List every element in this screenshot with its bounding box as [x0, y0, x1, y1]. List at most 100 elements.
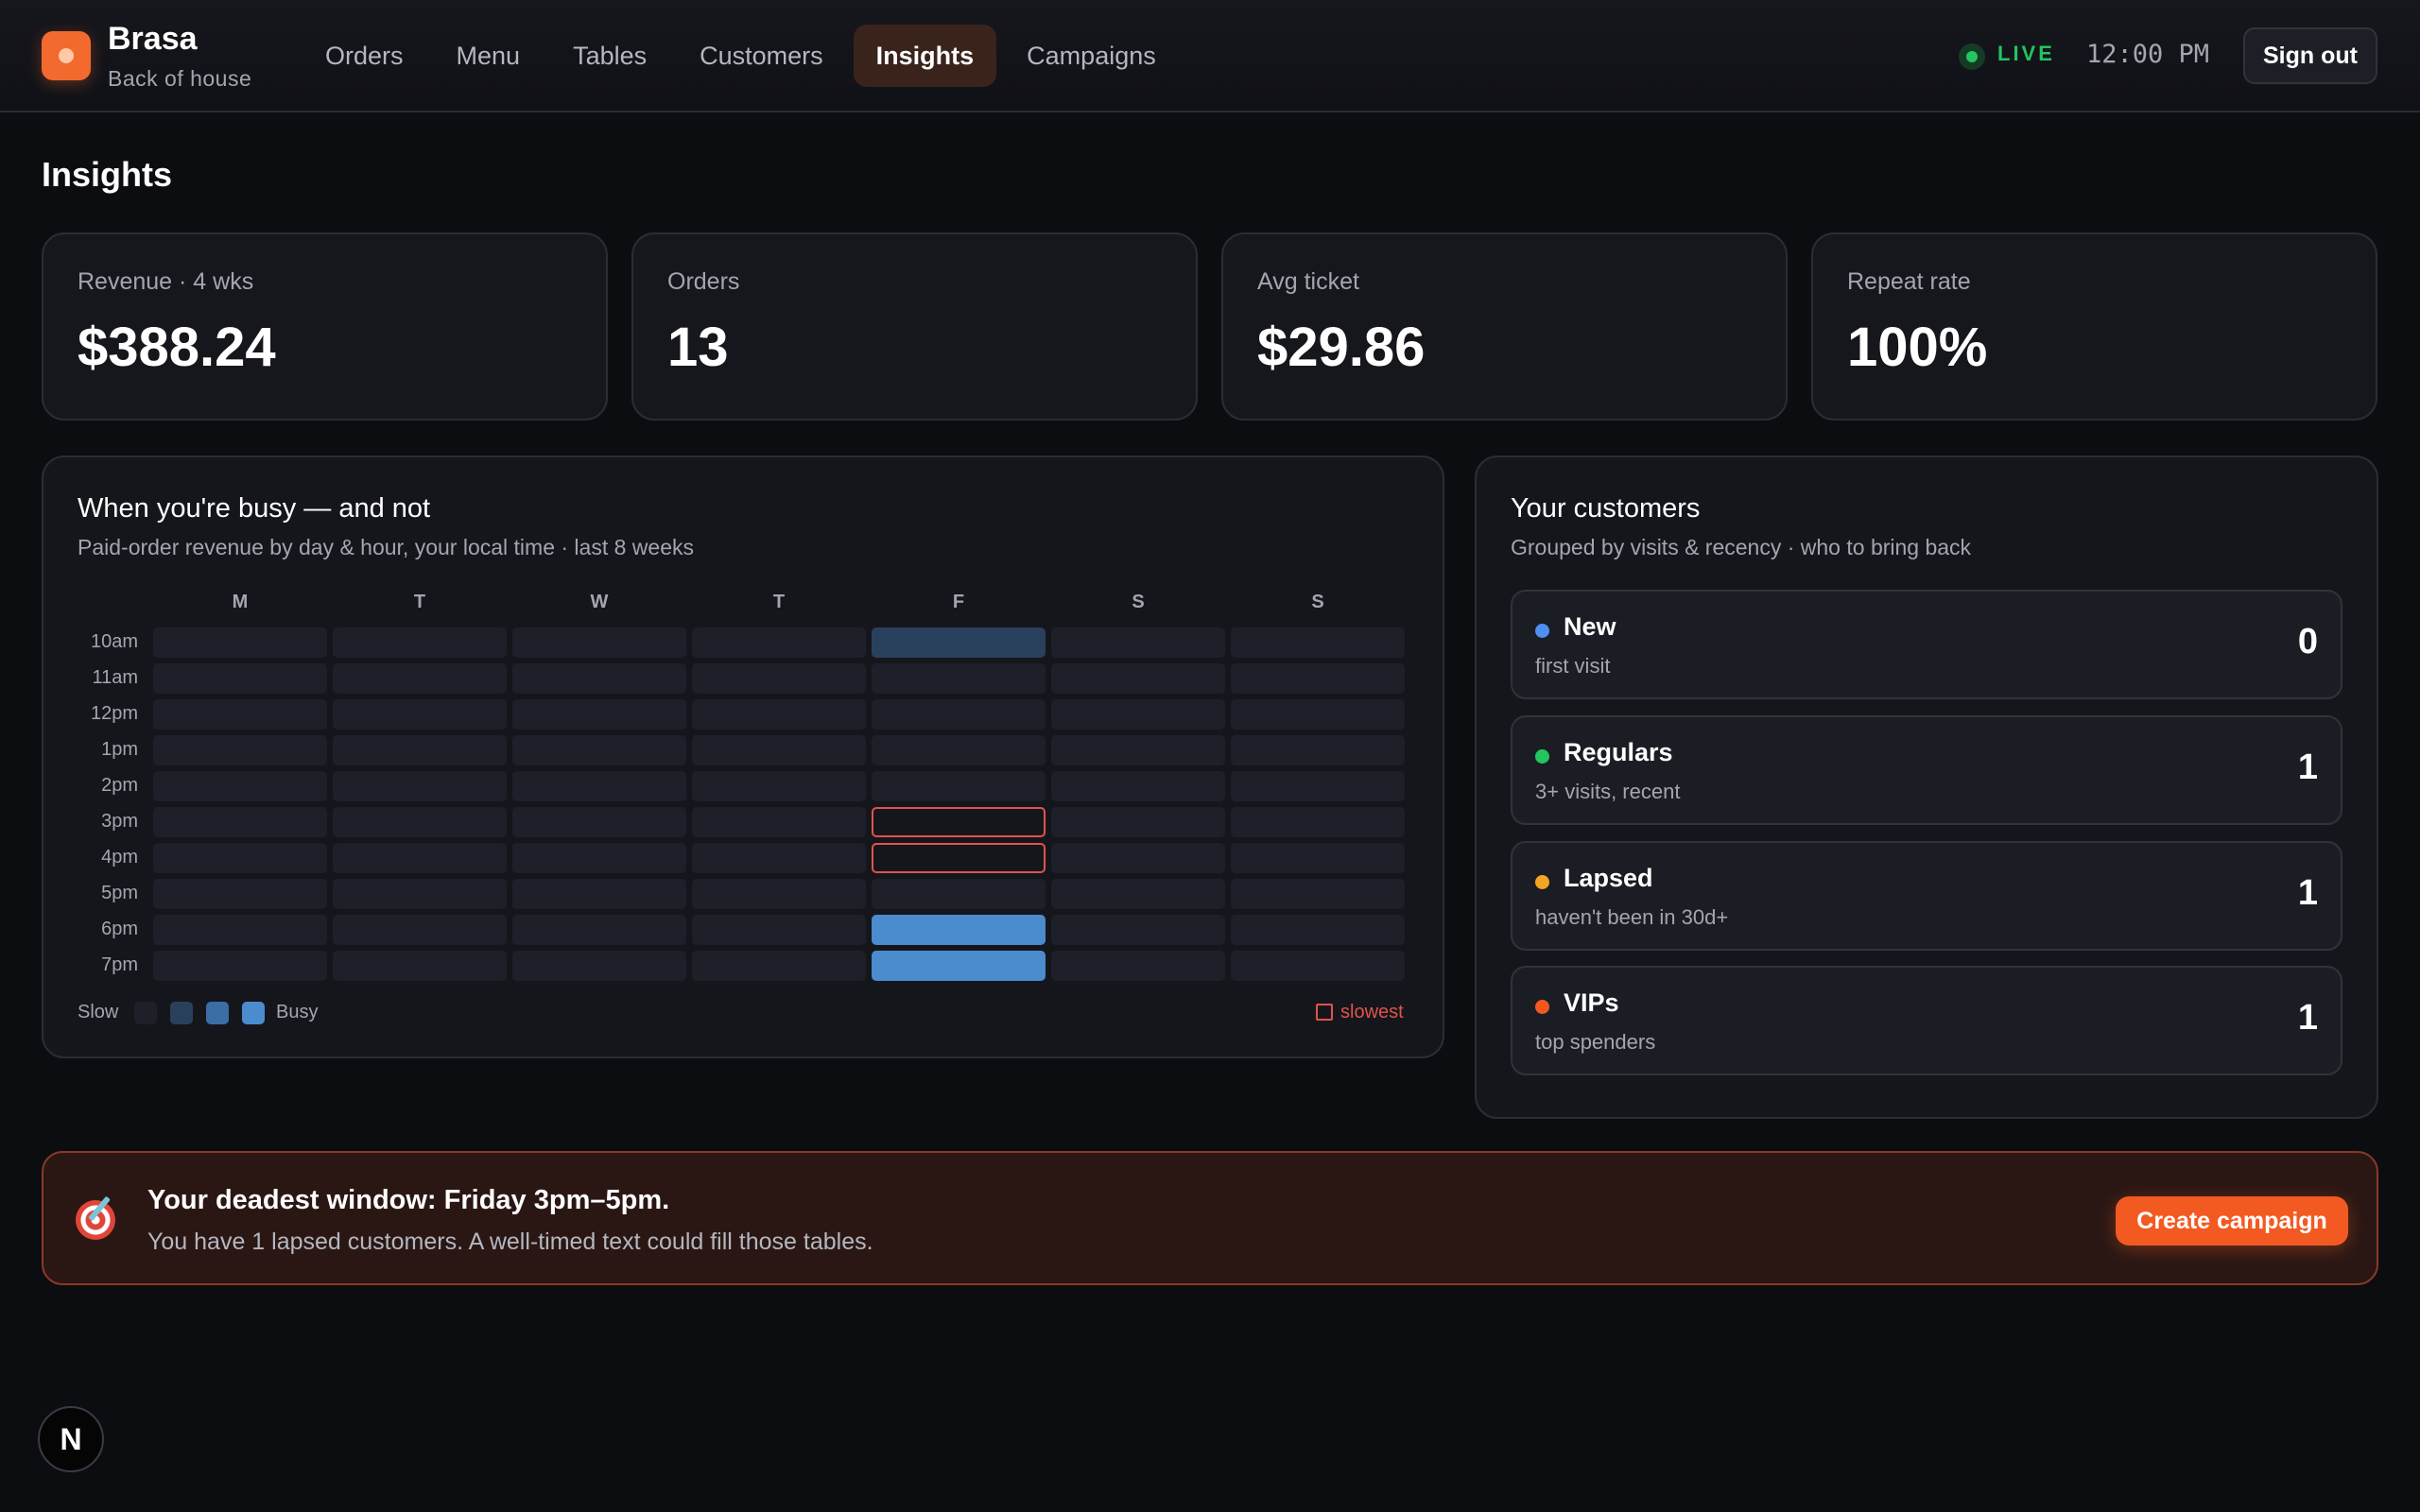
- segment-dot: [1535, 749, 1549, 764]
- heatmap-cell: [1231, 915, 1405, 945]
- segment-vips[interactable]: VIPs top spenders 1: [1511, 966, 2342, 1075]
- heatmap-cell: [333, 771, 507, 801]
- heatmap-cell: [1051, 879, 1225, 909]
- heatmap-cell: [333, 915, 507, 945]
- segment-name: Regulars: [1564, 738, 1673, 766]
- heatmap-hour-label: 5pm: [101, 883, 138, 903]
- segment-lapsed[interactable]: Lapsed haven't been in 30d+ 1: [1511, 841, 2342, 951]
- heatmap-cell: [1051, 627, 1225, 658]
- legend-swatch-high: [242, 1002, 265, 1024]
- segment-name: VIPs: [1564, 988, 1619, 1017]
- banner-subtitle: You have 1 lapsed customers. A well-time…: [147, 1228, 873, 1255]
- heatmap-hour-label: 6pm: [101, 919, 138, 939]
- heatmap-hour-label: 10am: [90, 631, 138, 652]
- heatmap-cell: [872, 663, 1046, 694]
- heatmap-cell: [692, 951, 866, 981]
- heatmap-hour-label: 7pm: [101, 954, 138, 975]
- legend-swatch-mid: [206, 1002, 229, 1024]
- heatmap-cell: [692, 807, 866, 837]
- heatmap-subtitle: Paid-order revenue by day & hour, your l…: [78, 535, 694, 559]
- heatmap-cell: [1231, 771, 1405, 801]
- heatmap-cell: [333, 699, 507, 730]
- heatmap-cell: [1051, 951, 1225, 981]
- heatmap-cell: [153, 663, 327, 694]
- heatmap-cell: [512, 879, 686, 909]
- nav-customers[interactable]: Customers: [677, 25, 846, 87]
- top-bar: Brasa Back of house Orders Menu Tables C…: [0, 0, 2420, 112]
- heatmap-cell: [872, 843, 1046, 873]
- segment-desc: top spenders: [1535, 1030, 1656, 1054]
- banner-title: Your deadest window: Friday 3pm–5pm.: [147, 1185, 670, 1215]
- heatmap-hour-label: 1pm: [101, 739, 138, 760]
- heatmap-cell: [692, 699, 866, 730]
- heatmap-cell: [872, 771, 1046, 801]
- heatmap-cell: [1231, 807, 1405, 837]
- heatmap-cell: [1231, 843, 1405, 873]
- heatmap-cell: [153, 879, 327, 909]
- heatmap-hour-label: 2pm: [101, 775, 138, 796]
- nav-tables[interactable]: Tables: [550, 25, 669, 87]
- heatmap-cell: [872, 915, 1046, 945]
- heatmap-day-label: M: [232, 592, 249, 612]
- heatmap-day-label: T: [413, 592, 426, 612]
- dev-tools-button[interactable]: N: [38, 1406, 104, 1472]
- heatmap-cell: [1231, 735, 1405, 765]
- heatmap-day-label: F: [952, 592, 965, 612]
- heatmap-cell: [153, 627, 327, 658]
- heatmap-cell: [153, 951, 327, 981]
- heatmap-cell: [153, 735, 327, 765]
- brand-name: Brasa: [108, 21, 198, 57]
- heatmap-day-label: W: [590, 592, 609, 612]
- deadest-window-banner: Your deadest window: Friday 3pm–5pm. You…: [42, 1151, 2378, 1285]
- segment-desc: first visit: [1535, 654, 1611, 678]
- heatmap-cell: [512, 735, 686, 765]
- heatmap-cell: [692, 771, 866, 801]
- heatmap-cell: [512, 771, 686, 801]
- kpi-orders: Orders 13: [631, 232, 1198, 421]
- heatmap-day-label: S: [1132, 592, 1145, 612]
- heatmap-day-label: T: [772, 592, 786, 612]
- heatmap-cell: [153, 915, 327, 945]
- segment-desc: 3+ visits, recent: [1535, 780, 1681, 803]
- legend-swatch-low: [170, 1002, 193, 1024]
- heatmap-cell: [333, 879, 507, 909]
- segment-dot: [1535, 1000, 1549, 1014]
- heatmap-cell: [512, 627, 686, 658]
- brand-logo-icon: [42, 31, 91, 80]
- kpi-label: Revenue · 4 wks: [78, 268, 254, 295]
- create-campaign-button[interactable]: Create campaign: [2116, 1196, 2348, 1246]
- heatmap-cell: [333, 627, 507, 658]
- segment-name: New: [1564, 612, 1616, 641]
- heatmap-cell: [692, 879, 866, 909]
- target-icon: [76, 1200, 115, 1240]
- heatmap-day-label: S: [1311, 592, 1324, 612]
- nav-menu[interactable]: Menu: [434, 25, 544, 87]
- nav-campaigns[interactable]: Campaigns: [1004, 25, 1179, 87]
- heatmap-cell: [1231, 879, 1405, 909]
- heatmap-cell: [1051, 843, 1225, 873]
- legend-slowest-swatch: [1316, 1004, 1333, 1021]
- segment-new[interactable]: New first visit 0: [1511, 590, 2342, 699]
- segment-count: 1: [2297, 873, 2318, 913]
- heatmap-cell: [1231, 699, 1405, 730]
- nav-orders[interactable]: Orders: [302, 25, 426, 87]
- live-status-icon: [1959, 43, 1985, 70]
- segment-regulars[interactable]: Regulars 3+ visits, recent 1: [1511, 715, 2342, 825]
- nav-insights[interactable]: Insights: [853, 25, 997, 87]
- heatmap-cell: [1051, 771, 1225, 801]
- heatmap-hour-label: 3pm: [101, 811, 138, 832]
- kpi-value: $388.24: [78, 317, 276, 378]
- heatmap-cell: [692, 843, 866, 873]
- segment-desc: haven't been in 30d+: [1535, 905, 1729, 929]
- heatmap-cell: [333, 843, 507, 873]
- heatmap-cell: [1231, 663, 1405, 694]
- sign-out-button[interactable]: Sign out: [2243, 27, 2377, 84]
- legend-slowest-label: slowest: [1340, 1002, 1404, 1022]
- heatmap-cell: [1231, 951, 1405, 981]
- segment-dot: [1535, 875, 1549, 889]
- kpi-label: Repeat rate: [1847, 268, 1971, 295]
- heatmap-cell: [333, 735, 507, 765]
- heatmap-cell: [692, 663, 866, 694]
- heatmap-cell: [153, 699, 327, 730]
- heatmap-cell: [153, 843, 327, 873]
